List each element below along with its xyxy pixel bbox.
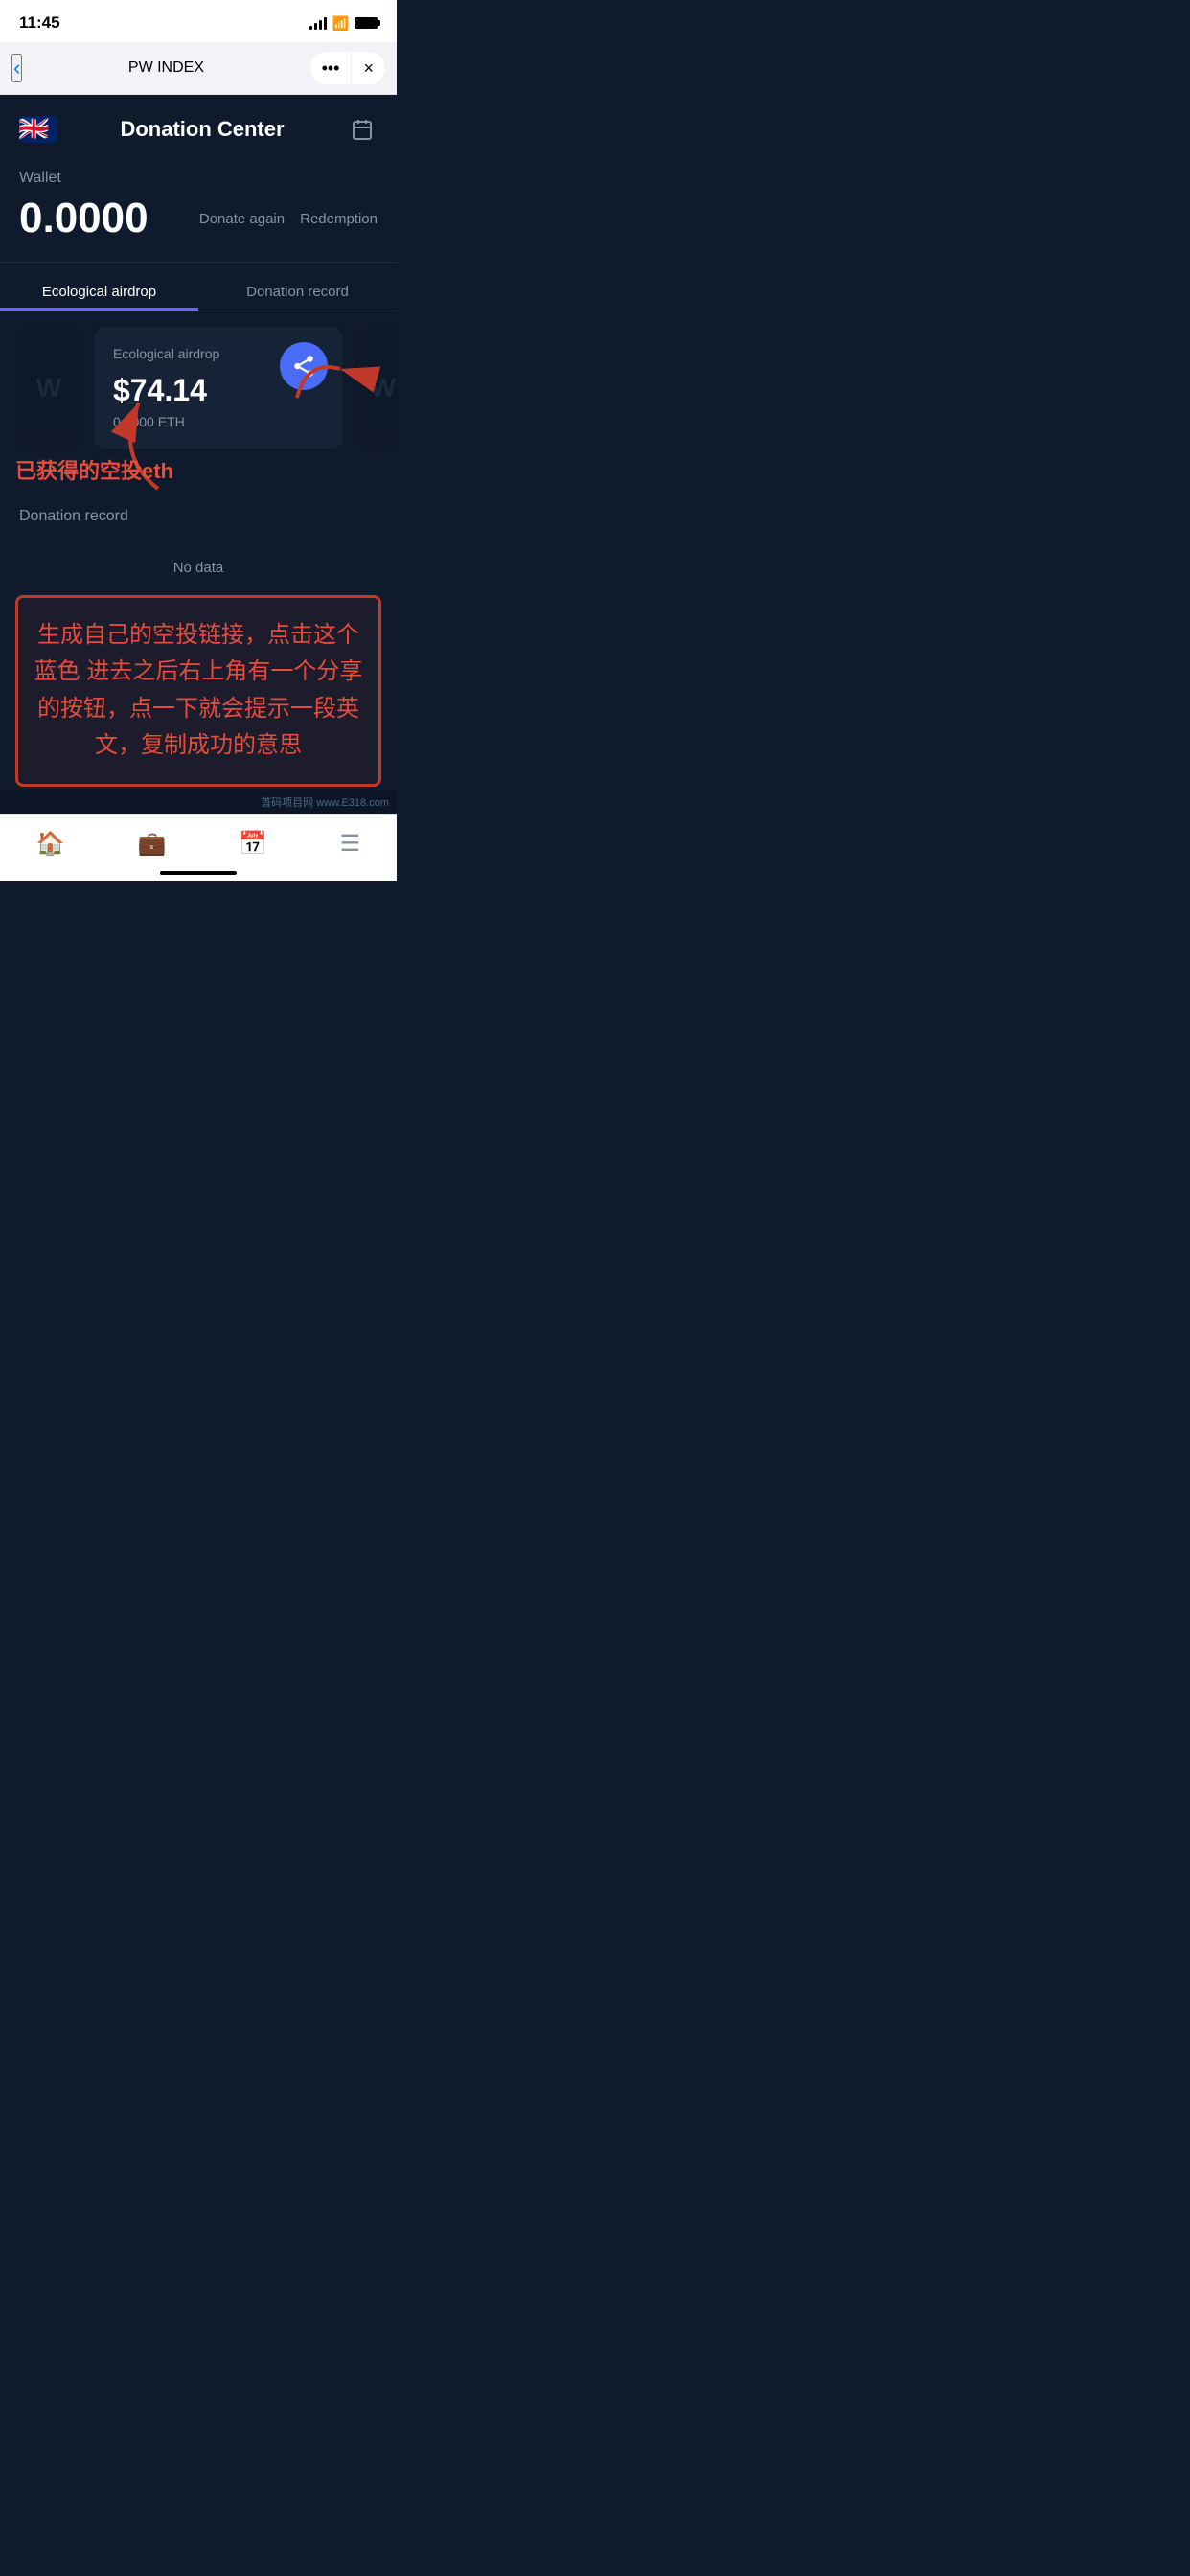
- side-card-left: W: [15, 327, 82, 448]
- status-icons: 📶: [309, 15, 378, 32]
- divider: [0, 262, 397, 263]
- tab-donation-record[interactable]: Donation record: [198, 272, 397, 310]
- cn-airdrop-label: 已获得的空投eth: [15, 459, 173, 483]
- nav-menu[interactable]: ☰: [321, 826, 380, 862]
- signal-icon: [309, 16, 327, 30]
- wallet-amount: 0.0000: [19, 195, 149, 242]
- tabs-bar: Ecological airdrop Donation record: [0, 272, 397, 311]
- status-time: 11:45: [19, 13, 60, 33]
- app-header: Donation Center: [0, 95, 397, 160]
- donate-again-button[interactable]: Donate again: [199, 211, 285, 227]
- briefcase-icon: 💼: [137, 830, 166, 858]
- side-card-right: W: [355, 327, 397, 448]
- menu-icon: ☰: [340, 830, 361, 858]
- browser-title: PW INDEX: [32, 59, 300, 77]
- calendar-nav-icon: 📅: [239, 830, 267, 858]
- annotation-box: 生成自己的空投链接，点击这个蓝色 进去之后右上角有一个分享的按钮，点一下就会提示…: [15, 595, 381, 787]
- nav-home[interactable]: 🏠: [17, 826, 84, 862]
- wifi-icon: 📶: [332, 15, 349, 32]
- browser-bar: ‹ PW INDEX ••• ×: [0, 42, 397, 95]
- airdrop-card: Ecological airdrop $74.14 0.3000 ETH: [94, 327, 343, 448]
- share-network-icon: [291, 354, 316, 379]
- no-data-label: No data: [19, 540, 378, 595]
- watermark: 首码项目网 www.E318.com: [0, 791, 397, 814]
- cards-container: W Ecological airdrop $74.14 0.3000 ETH: [0, 311, 397, 464]
- status-bar: 11:45 📶: [0, 0, 397, 42]
- wallet-row: 0.0000 Donate again Redemption: [19, 195, 378, 242]
- annotation-text: 生成自己的空投链接，点击这个蓝色 进去之后右上角有一个分享的按钮，点一下就会提示…: [34, 617, 363, 765]
- cards-wrapper: W Ecological airdrop $74.14 0.3000 ETH: [0, 311, 397, 464]
- bottom-nav: 🏠 💼 📅 ☰: [0, 814, 397, 881]
- calendar-icon[interactable]: [347, 114, 378, 145]
- donation-section: Donation record No data: [0, 493, 397, 595]
- browser-actions: ••• ×: [310, 52, 385, 84]
- uk-flag-icon: [19, 116, 57, 143]
- nav-calendar[interactable]: 📅: [219, 826, 286, 862]
- app-title: Donation Center: [57, 117, 347, 142]
- nav-briefcase[interactable]: 💼: [118, 826, 185, 862]
- donation-record-title: Donation record: [19, 508, 378, 525]
- share-network-button[interactable]: [280, 342, 328, 390]
- wallet-actions: Donate again Redemption: [199, 211, 378, 227]
- home-indicator: [160, 871, 237, 875]
- browser-close-button[interactable]: ×: [352, 52, 385, 84]
- card-eth: 0.3000 ETH: [113, 414, 324, 429]
- browser-more-button[interactable]: •••: [310, 52, 353, 84]
- browser-back-button[interactable]: ‹: [11, 54, 22, 82]
- redemption-button[interactable]: Redemption: [300, 211, 378, 227]
- app-content: Donation Center Wallet 0.0000 Donate aga…: [0, 95, 397, 791]
- battery-icon: [355, 17, 378, 29]
- wallet-label: Wallet: [19, 170, 378, 187]
- cn-label-overlay: 已获得的空投eth: [0, 454, 397, 485]
- tab-ecological-airdrop[interactable]: Ecological airdrop: [0, 272, 198, 310]
- home-icon: 🏠: [36, 830, 65, 858]
- wallet-section: Wallet 0.0000 Donate again Redemption: [0, 160, 397, 262]
